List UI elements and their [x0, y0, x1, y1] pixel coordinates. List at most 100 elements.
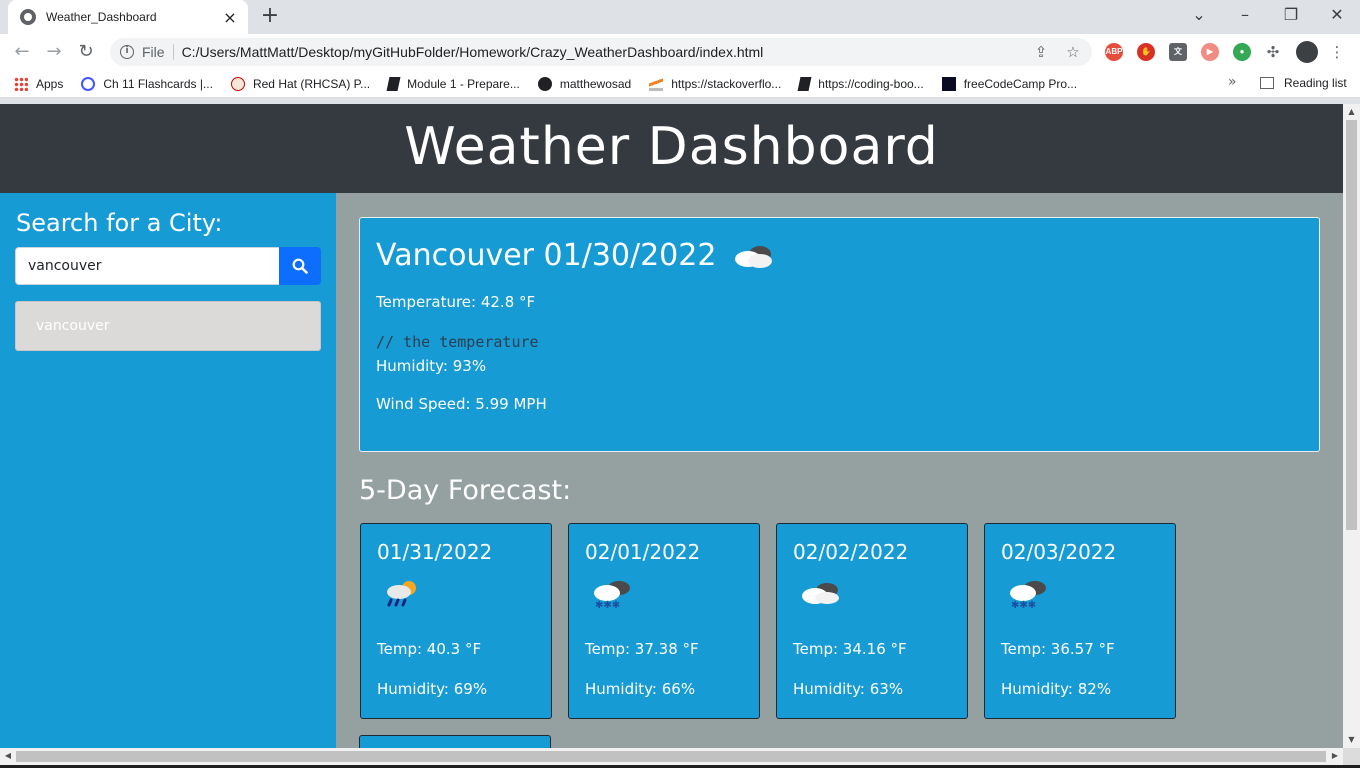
code-comment: // the temperature [376, 333, 539, 351]
bookmark-label: Module 1 - Prepare... [407, 76, 520, 91]
info-icon[interactable]: i [120, 45, 134, 59]
close-tab-icon[interactable]: × [222, 8, 238, 27]
puzzle-icon[interactable]: ✣ [1263, 42, 1283, 62]
bookmark-label: https://coding-boo... [818, 76, 924, 91]
bookmark-freecodecamp[interactable]: freeCodeCamp Pro... [941, 76, 1078, 91]
stackoverflow-icon [649, 76, 664, 91]
apps-grid-icon [14, 76, 28, 91]
share-icon[interactable]: ⇪ [1031, 42, 1051, 62]
reading-list-button[interactable]: Reading list [1260, 76, 1347, 90]
browser-tab[interactable]: Weather_Dashboard × [8, 0, 248, 34]
tab-title: Weather_Dashboard [46, 10, 157, 24]
forecast-humidity: Humidity: 63% [793, 680, 904, 698]
forecast-date: 02/03/2022 [1001, 540, 1117, 564]
snow-cloud-icon: ✱✱✱ [594, 581, 630, 610]
star-icon[interactable]: ☆ [1063, 42, 1083, 62]
bookmark-label: Apps [36, 76, 64, 91]
bookmark-label: freeCodeCamp Pro... [963, 76, 1078, 91]
bookmark-stackoverflow[interactable]: https://stackoverflo... [649, 76, 782, 91]
current-temperature: Temperature: 42.8 °F [376, 293, 536, 311]
reading-list-icon [1260, 77, 1274, 89]
search-heading: Search for a City: [16, 209, 223, 237]
page-viewport: Weather Dashboard Search for a City: van… [0, 104, 1343, 748]
scroll-up-icon[interactable]: ▲ [1346, 106, 1357, 118]
forecast-card-partial [359, 735, 551, 748]
weather-main: Vancouver 01/30/2022 Temperature: 42.8 °… [336, 193, 1343, 748]
cloud-icon [735, 245, 773, 268]
avatar[interactable] [1296, 41, 1318, 63]
bookmarks-overflow-icon[interactable]: » [1228, 74, 1237, 90]
back-icon[interactable]: ← [10, 40, 34, 64]
tab-search-icon[interactable]: ⌄ [1187, 4, 1211, 26]
horizontal-scroll-thumb[interactable] [16, 751, 1326, 762]
extension-green-icon[interactable]: ● [1233, 43, 1251, 61]
forecast-humidity: Humidity: 69% [377, 680, 488, 698]
horizontal-scrollbar[interactable]: ◀ ▶ [0, 748, 1343, 765]
current-wind-speed: Wind Speed: 5.99 MPH [376, 395, 547, 413]
new-tab-button[interactable]: + [258, 5, 282, 29]
bookmark-doc-icon [797, 76, 812, 91]
translate-icon[interactable]: 文 [1169, 43, 1187, 61]
forward-icon[interactable]: → [42, 40, 66, 64]
bookmark-label: Ch 11 Flashcards |... [103, 76, 213, 91]
forecast-humidity: Humidity: 82% [1001, 680, 1112, 698]
page-header: Weather Dashboard [0, 104, 1343, 193]
bookmark-module1[interactable]: Module 1 - Prepare... [386, 76, 520, 91]
bookmark-label: https://stackoverflo... [671, 76, 782, 91]
forecast-temp: Temp: 37.38 °F [585, 640, 699, 658]
restore-icon[interactable]: ❐ [1279, 4, 1303, 26]
forecast-card: 01/31/2022 Temp: 40.3 °F Humidity: 69% [360, 523, 552, 719]
minimize-icon[interactable]: – [1233, 4, 1257, 26]
current-weather-card: Vancouver 01/30/2022 Temperature: 42.8 °… [359, 217, 1320, 452]
close-window-icon[interactable]: ✕ [1325, 4, 1349, 26]
forecast-temp: Temp: 40.3 °F [377, 640, 482, 658]
bookmark-quizlet[interactable]: Ch 11 Flashcards |... [81, 76, 213, 91]
url-text[interactable]: C:/Users/MattMatt/Desktop/myGitHubFolder… [182, 44, 764, 60]
forecast-heading: 5-Day Forecast: [359, 475, 572, 506]
extension-pink-icon[interactable]: ▶ [1201, 43, 1219, 61]
github-icon [537, 76, 552, 91]
url-scheme: File [142, 44, 174, 60]
reading-list-label: Reading list [1284, 76, 1347, 90]
svg-text:✱✱✱: ✱✱✱ [1011, 600, 1036, 610]
current-humidity: Humidity: 93% [376, 357, 487, 375]
search-icon [292, 258, 308, 274]
bookmark-github[interactable]: matthewosad [537, 76, 631, 91]
svg-text:✱✱✱: ✱✱✱ [595, 600, 620, 610]
adblock-icon[interactable]: ABP [1105, 43, 1123, 61]
city-search-input[interactable] [15, 247, 279, 285]
scroll-down-icon[interactable]: ▼ [1346, 734, 1357, 746]
extension-red-icon[interactable]: ✋ [1137, 43, 1155, 61]
bookmark-redhat[interactable]: Red Hat (RHCSA) P... [230, 76, 370, 91]
current-city-row: Vancouver 01/30/2022 [376, 238, 1303, 273]
menu-icon[interactable]: ⋮ [1327, 42, 1347, 62]
scroll-right-icon[interactable]: ▶ [1329, 750, 1341, 762]
forecast-date: 02/01/2022 [585, 540, 701, 564]
bookmarks-bar: Apps Ch 11 Flashcards |... Red Hat (RHCS… [0, 70, 1360, 98]
forecast-date: 01/31/2022 [377, 540, 493, 564]
forecast-temp: Temp: 36.57 °F [1001, 640, 1115, 658]
current-city-date: Vancouver 01/30/2022 [376, 238, 717, 273]
globe-icon [20, 9, 36, 25]
vertical-scroll-thumb[interactable] [1346, 120, 1357, 530]
search-sidebar: Search for a City: vancouver [0, 193, 336, 748]
bookmark-doc-icon [386, 76, 401, 91]
vertical-scrollbar[interactable]: ▲ ▼ [1343, 104, 1360, 748]
scroll-left-icon[interactable]: ◀ [2, 750, 14, 762]
bookmark-coding-boot[interactable]: https://coding-boo... [797, 76, 924, 91]
tab-strip: Weather_Dashboard × + ⌄ – ❐ ✕ [0, 0, 1360, 34]
forecast-date: 02/02/2022 [793, 540, 909, 564]
reload-icon[interactable]: ↻ [74, 40, 98, 64]
bookmark-apps[interactable]: Apps [14, 76, 64, 91]
forecast-card: 02/01/2022 ✱✱✱ Temp: 37.38 °F Humidity: … [568, 523, 760, 719]
redhat-icon [230, 76, 245, 91]
search-button[interactable] [279, 247, 321, 285]
history-item-vancouver[interactable]: vancouver [15, 301, 321, 351]
freecodecamp-icon [941, 76, 956, 91]
quizlet-icon [81, 76, 96, 91]
forecast-temp: Temp: 34.16 °F [793, 640, 907, 658]
cloud-icon [802, 583, 839, 604]
scrollbar-corner [1343, 748, 1360, 765]
forecast-card: 02/03/2022 ✱✱✱ Temp: 36.57 °F Humidity: … [984, 523, 1176, 719]
address-bar[interactable]: i File C:/Users/MattMatt/Desktop/myGitHu… [110, 38, 1092, 66]
